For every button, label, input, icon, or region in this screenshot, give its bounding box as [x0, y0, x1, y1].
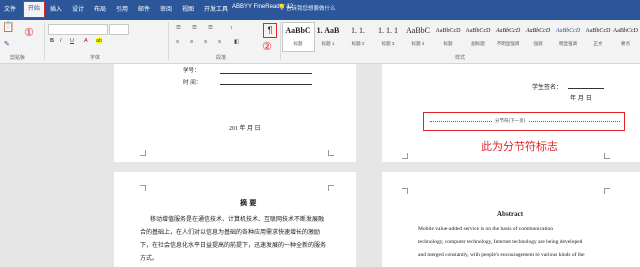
style-item[interactable]: AaBbCcD 正文: [583, 24, 613, 50]
home-tab-highlight: [23, 1, 45, 18]
section-break-text: 分节符(下一页): [493, 118, 528, 124]
style-item[interactable]: AaBbCcD 要点: [613, 24, 638, 50]
clipboard-group-label: 剪贴板: [10, 55, 26, 61]
page1-label-a: 学号：: [183, 68, 200, 74]
page-1: [114, 64, 356, 162]
align-center-icon[interactable]: ≡: [190, 39, 193, 45]
paste-icon[interactable]: 📋: [2, 22, 14, 33]
format-painter-icon[interactable]: ✎: [4, 40, 10, 48]
style-item[interactable]: AaBbCcD 不明显强调: [493, 24, 523, 50]
style-item[interactable]: AaBbCcD 副标题: [463, 24, 493, 50]
abstract-en-line: technology, computer technology, Interne…: [418, 239, 583, 245]
crop-mark: [604, 188, 610, 194]
step-1-marker: ①: [24, 27, 34, 39]
crop-mark: [140, 150, 146, 156]
crop-mark: [328, 185, 334, 191]
student-signature-label: 学生签名：: [532, 84, 563, 91]
style-item[interactable]: AaBbCcD 强调: [523, 24, 553, 50]
lightbulb-icon: 💡: [278, 5, 286, 11]
bold-button[interactable]: B: [50, 38, 54, 44]
style-item[interactable]: AaBbC 标题 4: [403, 24, 433, 50]
page1-label-b: 时 间：: [183, 80, 202, 86]
underline-b: [220, 84, 312, 85]
paragraph-group-label: 段落: [216, 55, 227, 61]
shading-icon[interactable]: ◧: [234, 39, 239, 45]
underline-button[interactable]: U: [70, 38, 74, 44]
align-right-icon[interactable]: ≡: [204, 39, 207, 45]
abstract-en-title: Abstract: [497, 210, 524, 218]
style-item[interactable]: AaBbCcD 明显强调: [553, 24, 583, 50]
style-item[interactable]: AaBbCcD 标题: [433, 24, 463, 50]
font-name-dropdown[interactable]: [48, 24, 108, 35]
page1-date: 201 年 月 日: [229, 126, 261, 132]
tab-layout[interactable]: 布局: [94, 4, 106, 13]
tab-references[interactable]: 引用: [116, 4, 128, 13]
font-color-button[interactable]: A: [84, 38, 88, 44]
tab-view[interactable]: 视图: [182, 4, 194, 13]
crop-mark: [140, 185, 146, 191]
tab-developer[interactable]: 开发工具: [204, 4, 228, 13]
abstract-cn-title: 摘 要: [240, 199, 257, 207]
style-item[interactable]: 1. AaB 标题 1: [313, 24, 343, 50]
italic-button[interactable]: I: [60, 38, 62, 44]
tab-file[interactable]: 文件: [4, 4, 16, 13]
tab-design[interactable]: 设计: [72, 4, 84, 13]
align-left-icon[interactable]: ≡: [176, 39, 179, 45]
abstract-en-line: Mobile value-added service is on the bas…: [418, 226, 554, 232]
highlight-button[interactable]: ab: [96, 38, 103, 44]
ribbon-divider: [280, 22, 281, 60]
ribbon-divider: [44, 22, 45, 60]
styles-group-label: 样式: [455, 55, 466, 61]
crop-mark: [328, 150, 334, 156]
style-item[interactable]: 1. 1. 1 标题 3: [373, 24, 403, 50]
abstract-cn-line: 移动增值服务是在通信技术、计算机技术、互联网技术不断发展融: [150, 216, 325, 223]
multilevel-list-icon[interactable]: ☰: [208, 25, 213, 31]
bullets-icon[interactable]: ☰: [176, 25, 181, 31]
tell-me-search[interactable]: 告诉我您想要做什么: [286, 4, 336, 12]
show-hide-marks-button[interactable]: ¶: [263, 23, 277, 38]
underline-a: [220, 73, 312, 74]
abstract-en-line: and merged constantly, with people's enc…: [418, 252, 585, 258]
tab-insert[interactable]: 插入: [50, 4, 62, 13]
crop-mark: [402, 153, 408, 159]
ribbon-divider: [168, 22, 169, 60]
tab-review[interactable]: 审阅: [160, 4, 172, 13]
signature-line: [568, 88, 604, 89]
numbering-icon[interactable]: ☰: [192, 25, 197, 31]
tab-mailings[interactable]: 邮件: [138, 4, 150, 13]
sort-icon[interactable]: ↕: [230, 25, 233, 31]
page2-date: 年 月 日: [570, 95, 592, 102]
style-item[interactable]: AaBbC 标题: [283, 24, 313, 50]
crop-mark: [402, 188, 408, 194]
abstract-cn-line: 方式。: [140, 255, 159, 262]
abstract-cn-line: 下，在社会信息化水平日益提高的前提下，迅速发展的一种全新的服务: [140, 242, 327, 249]
abstract-cn-line: 合的基础上，在人们对以信息为基础的各种应用需求快速增长的激励: [140, 229, 321, 236]
font-size-dropdown[interactable]: [109, 24, 129, 35]
justify-icon[interactable]: ≡: [218, 39, 221, 45]
style-item[interactable]: 1. 1. 标题 2: [343, 24, 373, 50]
crop-mark: [604, 153, 610, 159]
step-2-marker: ②: [262, 41, 272, 53]
font-group-label: 字体: [90, 55, 101, 61]
section-break-annotation: 此为分节符标志: [481, 140, 558, 153]
